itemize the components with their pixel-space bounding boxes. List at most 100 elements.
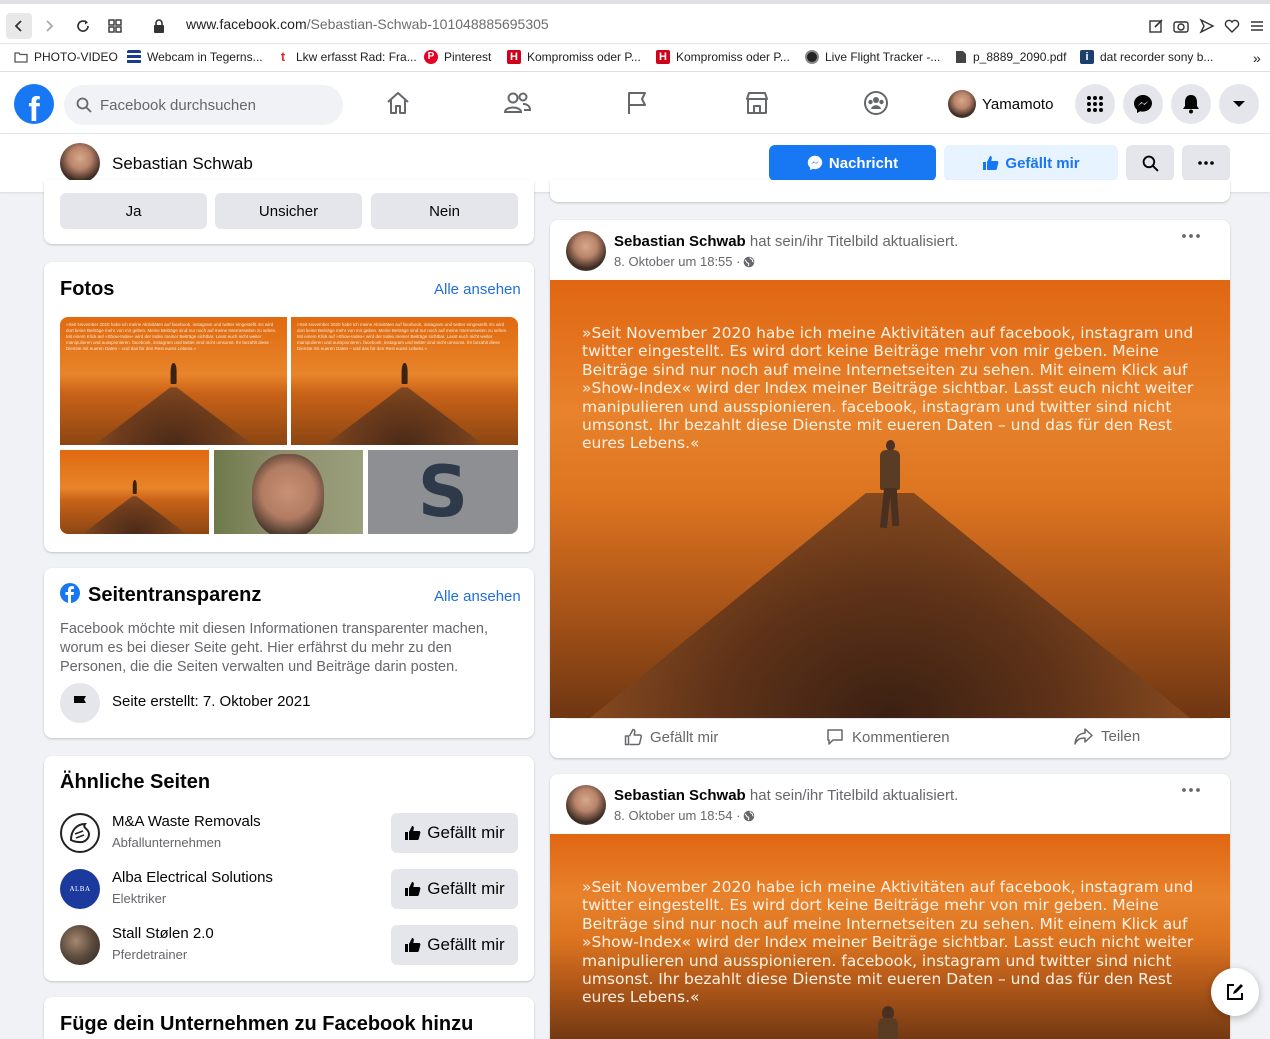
extensions-menu-button[interactable] xyxy=(1244,13,1270,39)
nav-friends[interactable] xyxy=(500,86,534,120)
profile-shortcut[interactable]: Yamamoto xyxy=(942,88,1059,120)
new-message-button[interactable] xyxy=(1211,968,1259,1016)
nav-groups[interactable] xyxy=(859,86,893,120)
bookmark-item[interactable]: H Kompromiss oder P... xyxy=(656,50,790,64)
post-cover-image[interactable]: »Seit November 2020 habe ich meine Aktiv… xyxy=(550,280,1230,718)
similar-page-row: Stall Stølen 2.0 Pferdetrainer Gefällt m… xyxy=(60,921,518,969)
photo-thumbnail[interactable]: »Seit November 2020 habe ich meine Aktiv… xyxy=(60,317,287,445)
favorite-button[interactable] xyxy=(1219,13,1245,39)
bookmark-item[interactable]: t Lkw erfasst Rad: Fra... xyxy=(276,50,417,65)
poll-option-nein[interactable]: Nein xyxy=(371,193,518,229)
share-page-button[interactable] xyxy=(1143,13,1169,39)
search-box[interactable] xyxy=(64,85,343,125)
poll-option-unsicher[interactable]: Unsicher xyxy=(215,193,362,229)
bookmarks-bar: PHOTO-VIDEO Webcam in Tegerns... t Lkw e… xyxy=(0,44,1270,72)
photo-thumbnail-logo[interactable]: S xyxy=(368,450,518,534)
grid-icon xyxy=(108,19,122,33)
post-image-quote: »Seit November 2020 habe ich meine Aktiv… xyxy=(582,324,1194,453)
page-search-button[interactable] xyxy=(1126,145,1174,181)
post-timestamp[interactable]: 8. Oktober um 18:54 · xyxy=(614,808,740,823)
reload-button[interactable] xyxy=(70,13,96,39)
account-button[interactable] xyxy=(1219,84,1259,124)
message-button-label: Nachricht xyxy=(828,154,899,172)
post-author-avatar[interactable] xyxy=(566,785,606,825)
pinterest-icon: P xyxy=(424,50,438,64)
post-options-button[interactable] xyxy=(1182,788,1200,792)
more-bookmarks-button[interactable]: » xyxy=(1253,50,1261,66)
photo-thumbnail-text: »Seit November 2020 habe ich meine Aktiv… xyxy=(66,322,277,351)
snapshot-button[interactable] xyxy=(1168,13,1194,39)
bookmark-item[interactable]: Live Flight Tracker -... xyxy=(805,50,940,64)
post-author-avatar[interactable] xyxy=(566,231,606,271)
photo-thumbnail[interactable] xyxy=(60,450,209,534)
photos-title: Fotos xyxy=(60,278,115,300)
h-site-icon: H xyxy=(656,50,670,64)
page-more-button[interactable] xyxy=(1182,145,1230,181)
similar-page-like-label: Gefällt mir xyxy=(427,823,505,842)
more-dots-icon xyxy=(1182,788,1200,792)
bookmark-label: p_8889_2090.pdf xyxy=(973,50,1067,64)
notifications-button[interactable] xyxy=(1171,84,1211,124)
similar-page-like-button[interactable]: Gefällt mir xyxy=(391,813,518,853)
post-comment-button[interactable]: Kommentieren xyxy=(826,728,950,746)
more-dots-icon xyxy=(1198,161,1214,165)
nav-marketplace[interactable] xyxy=(740,86,774,120)
photo-thumbnail[interactable]: »Seit November 2020 habe ich meine Aktiv… xyxy=(291,317,518,445)
tabs-grid-button[interactable] xyxy=(102,13,128,39)
post-cover-image[interactable]: »Seit November 2020 habe ich meine Aktiv… xyxy=(550,834,1230,1039)
like-page-label: Gefällt mir xyxy=(1005,154,1080,172)
messenger-button[interactable] xyxy=(1123,84,1163,124)
page-title[interactable]: Sebastian Schwab xyxy=(112,154,253,174)
bookmark-label: Lkw erfasst Rad: Fra... xyxy=(296,50,417,64)
secure-lock-button[interactable] xyxy=(146,13,172,39)
post-author-name[interactable]: Sebastian Schwab xyxy=(614,787,746,804)
post-like-button[interactable]: Gefällt mir xyxy=(624,728,718,746)
search-input[interactable] xyxy=(100,96,320,114)
post-options-button[interactable] xyxy=(1182,234,1200,238)
facebook-logo[interactable]: f xyxy=(14,84,54,124)
stall-stolen-avatar[interactable] xyxy=(60,925,100,965)
h-site-icon: H xyxy=(507,50,521,64)
transparency-see-all-link[interactable]: Alle ansehen xyxy=(434,588,521,605)
menu-button[interactable] xyxy=(1075,84,1115,124)
forward-button[interactable] xyxy=(36,13,62,39)
nav-pages[interactable] xyxy=(620,86,654,120)
bookmark-label: Pinterest xyxy=(444,50,492,64)
similar-page-name[interactable]: M&A Waste Removals xyxy=(112,813,261,830)
post-author-name[interactable]: Sebastian Schwab xyxy=(614,233,746,250)
post-card: Sebastian Schwab hat sein/ihr Titelbild … xyxy=(550,220,1230,758)
send-button[interactable] xyxy=(1194,13,1220,39)
back-button[interactable] xyxy=(6,13,32,39)
bookmark-item[interactable]: H Kompromiss oder P... xyxy=(507,50,641,64)
post-share-button[interactable]: Teilen xyxy=(1074,728,1140,745)
photo-road-shape xyxy=(94,387,253,445)
alba-logo[interactable]: ALBA xyxy=(60,869,100,909)
camera-icon xyxy=(1173,21,1189,33)
photos-see-all-link[interactable]: Alle ansehen xyxy=(434,281,521,298)
transparency-title: Seitentransparenz xyxy=(88,584,262,606)
thumbs-up-icon xyxy=(405,882,421,896)
similar-page-name[interactable]: Alba Electrical Solutions xyxy=(112,869,273,886)
url-path: /Sebastian-Schwab-101048885695305 xyxy=(306,16,549,32)
address-bar[interactable]: www.facebook.com/Sebastian-Schwab-101048… xyxy=(186,16,549,32)
message-button[interactable]: Nachricht xyxy=(769,145,936,181)
home-icon xyxy=(387,92,409,114)
similar-page-like-button[interactable]: Gefällt mir xyxy=(391,925,518,965)
thumbs-up-icon xyxy=(983,156,999,170)
ma-waste-logo[interactable] xyxy=(60,813,100,853)
poll-option-ja[interactable]: Ja xyxy=(60,193,207,229)
bookmark-item[interactable]: P Pinterest xyxy=(424,50,491,64)
nav-home[interactable] xyxy=(381,86,415,120)
post-share-label: Teilen xyxy=(1101,728,1141,745)
page-avatar[interactable] xyxy=(60,143,100,183)
similar-page-like-button[interactable]: Gefällt mir xyxy=(391,869,518,909)
like-page-button[interactable]: Gefällt mir xyxy=(944,145,1118,181)
messenger-icon xyxy=(807,155,823,171)
photo-thumbnail-portrait[interactable] xyxy=(214,450,363,534)
similar-page-name[interactable]: Stall Stølen 2.0 xyxy=(112,925,214,942)
bookmark-item[interactable]: Webcam in Tegerns... xyxy=(127,50,263,64)
bookmark-item[interactable]: p_8889_2090.pdf xyxy=(955,50,1066,64)
bookmark-item[interactable]: i dat recorder sony b... xyxy=(1080,50,1213,64)
bookmark-item[interactable]: PHOTO-VIDEO xyxy=(14,50,118,64)
post-timestamp[interactable]: 8. Oktober um 18:55 · xyxy=(614,254,740,269)
